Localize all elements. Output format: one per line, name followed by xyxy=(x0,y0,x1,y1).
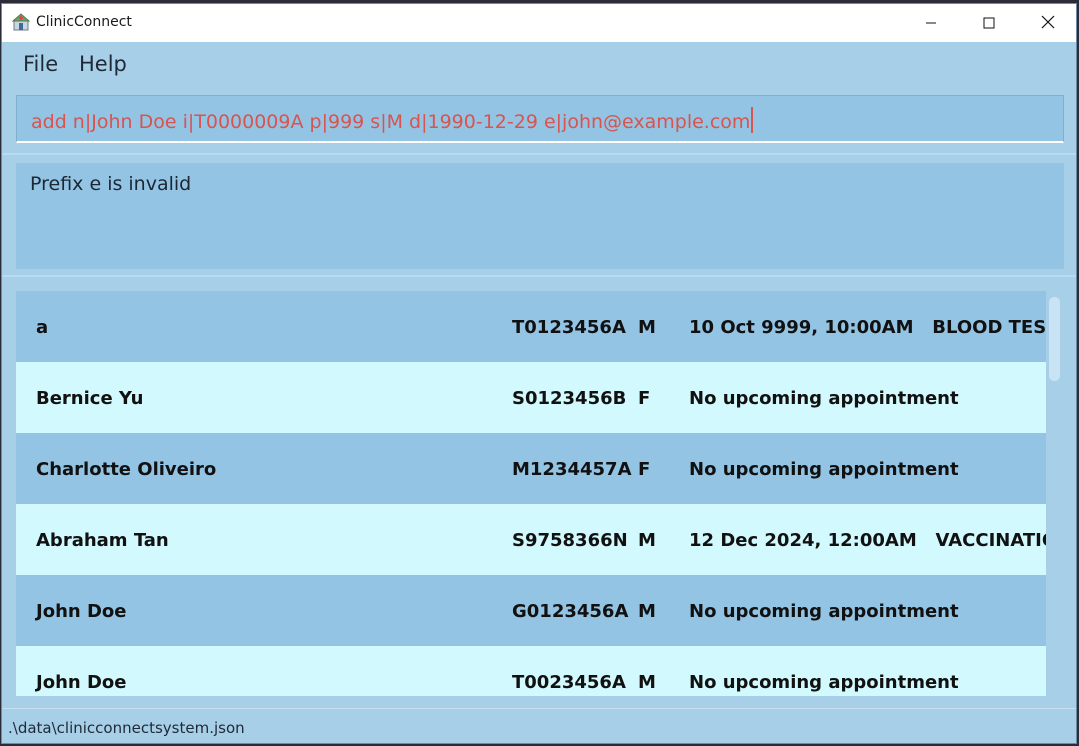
menu-help[interactable]: Help xyxy=(79,52,127,76)
patient-row[interactable]: a T0123456A M 10 Oct 9999, 10:00AM BLOOD… xyxy=(16,291,1046,362)
patient-sex: M xyxy=(638,317,656,338)
result-message: Prefix e is invalid xyxy=(30,173,192,195)
text-caret xyxy=(751,107,754,133)
list-scrollbar-thumb[interactable] xyxy=(1049,297,1060,381)
patient-appointment: No upcoming appointment xyxy=(689,388,959,409)
patient-name: John Doe xyxy=(36,672,127,693)
patient-sex: M xyxy=(638,672,656,693)
patient-sex: F xyxy=(638,459,651,480)
menu-file[interactable]: File xyxy=(23,52,58,76)
patient-name: Bernice Yu xyxy=(36,388,144,409)
patient-row[interactable]: Charlotte Oliveiro M1234457A F No upcomi… xyxy=(16,433,1046,504)
patient-sex: M xyxy=(638,530,656,551)
patient-nric: T0023456A xyxy=(512,672,626,693)
divider xyxy=(2,275,1076,277)
patient-nric: S9758366N xyxy=(512,530,628,551)
patient-nric: M1234457A xyxy=(512,459,632,480)
patient-appointment: 10 Oct 9999, 10:00AM BLOOD TEST xyxy=(689,317,1046,338)
patient-nric: G0123456A xyxy=(512,601,629,622)
close-button[interactable] xyxy=(1019,4,1076,42)
patient-nric: S0123456B xyxy=(512,388,627,409)
command-value: add n|John Doe i|T0000009A p|999 s|M d|1… xyxy=(31,111,751,133)
patient-row[interactable]: John Doe T0023456A M No upcoming appoint… xyxy=(16,646,1046,696)
patient-name: a xyxy=(36,317,49,338)
patient-appointment: 12 Dec 2024, 12:00AM VACCINATION xyxy=(689,530,1046,551)
status-bar: .\data\clinicconnectsystem.json xyxy=(2,708,1076,743)
divider xyxy=(2,153,1076,155)
result-display: Prefix e is invalid xyxy=(16,163,1064,269)
patient-row[interactable]: Bernice Yu S0123456B F No upcoming appoi… xyxy=(16,362,1046,433)
patient-nric: T0123456A xyxy=(512,317,626,338)
patient-list[interactable]: a T0123456A M 10 Oct 9999, 10:00AM BLOOD… xyxy=(16,291,1046,696)
minimize-button[interactable] xyxy=(902,4,960,42)
patient-sex: M xyxy=(638,601,656,622)
patient-name: John Doe xyxy=(36,601,127,622)
menu-bar: File Help xyxy=(2,42,1076,84)
close-icon xyxy=(1041,14,1055,33)
patient-row[interactable]: Abraham Tan S9758366N M 12 Dec 2024, 12:… xyxy=(16,504,1046,575)
maximize-icon xyxy=(983,14,995,33)
app-window: ClinicConnect File Help add n|John Doe i… xyxy=(1,3,1077,744)
app-logo-icon xyxy=(11,13,31,31)
command-text: add n|John Doe i|T0000009A p|999 s|M d|1… xyxy=(31,107,754,133)
data-file-path: .\data\clinicconnectsystem.json xyxy=(8,719,245,737)
patient-appointment: No upcoming appointment xyxy=(689,672,959,693)
patient-name: Abraham Tan xyxy=(36,530,169,551)
patient-sex: F xyxy=(638,388,651,409)
patient-row[interactable]: John Doe G0123456A M No upcoming appoint… xyxy=(16,575,1046,646)
patient-appointment: No upcoming appointment xyxy=(689,601,959,622)
title-bar[interactable]: ClinicConnect xyxy=(2,4,1076,42)
patient-appointment: No upcoming appointment xyxy=(689,459,959,480)
window-title: ClinicConnect xyxy=(36,14,132,30)
maximize-button[interactable] xyxy=(960,4,1018,42)
minimize-icon xyxy=(925,14,937,33)
patient-name: Charlotte Oliveiro xyxy=(36,459,217,480)
command-input[interactable]: add n|John Doe i|T0000009A p|999 s|M d|1… xyxy=(16,95,1064,143)
